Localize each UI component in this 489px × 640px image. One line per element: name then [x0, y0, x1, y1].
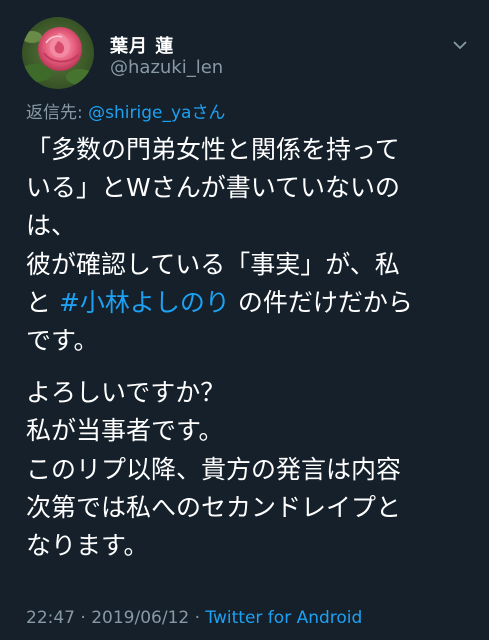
tweet-line: よろしいですか？ [26, 378, 226, 408]
avatar[interactable] [22, 17, 94, 89]
tweet-time[interactable]: 22:47 [26, 608, 75, 628]
tweet-line: は、 [26, 211, 77, 241]
reply-prefix: 返信先: [26, 103, 83, 123]
tweet-line: いる」とWさんが書いていないの [26, 173, 400, 203]
tweet-line: 私が当事者です。 [26, 416, 224, 446]
tweet-text: 「多数の門弟女性と関係を持って いる」とWさんが書いていないの は、 彼が確認し… [26, 131, 478, 565]
tweet-line: このリプ以降、貴方の発言は内容 [26, 454, 402, 484]
tweet-line: です。 [26, 326, 99, 356]
tweet-source-link[interactable]: Twitter for Android [205, 608, 362, 628]
tweet-date[interactable]: 2019/06/12 [91, 608, 189, 628]
hashtag-link[interactable]: #小林よしのり [59, 288, 230, 317]
meta-separator: · [194, 608, 201, 628]
tweet-line: 次第では私へのセカンドレイプと [26, 492, 402, 522]
tweet-text-fragment: と [26, 287, 59, 317]
chevron-down-icon[interactable] [452, 36, 468, 50]
tweet-line: なります。 [26, 531, 149, 561]
reply-mention-link[interactable]: @shirige_ya [88, 103, 191, 123]
tweet-line-with-hashtag: と #小林よしのり の件だけだから [26, 284, 478, 322]
tweet[interactable]: 葉月 蓮 @hazuki_len 返信先: @shirige_yaさん 「多数の… [0, 0, 489, 640]
tweet-metadata: 22:47 · 2019/06/12 · Twitter for Android [26, 608, 362, 628]
reply-context: 返信先: @shirige_yaさん [26, 98, 225, 123]
tweet-text-fragment: の件だけだから [229, 287, 413, 317]
tweet-line: 彼が確認している「事実」が、私 [26, 249, 400, 279]
user-handle[interactable]: @hazuki_len [110, 57, 223, 78]
rose-avatar-image [22, 17, 94, 89]
meta-separator: · [80, 608, 86, 628]
display-name[interactable]: 葉月 蓮 [110, 32, 174, 58]
reply-suffix: さん [191, 103, 226, 123]
tweet-line: 「多数の門弟女性と関係を持って [26, 135, 400, 164]
